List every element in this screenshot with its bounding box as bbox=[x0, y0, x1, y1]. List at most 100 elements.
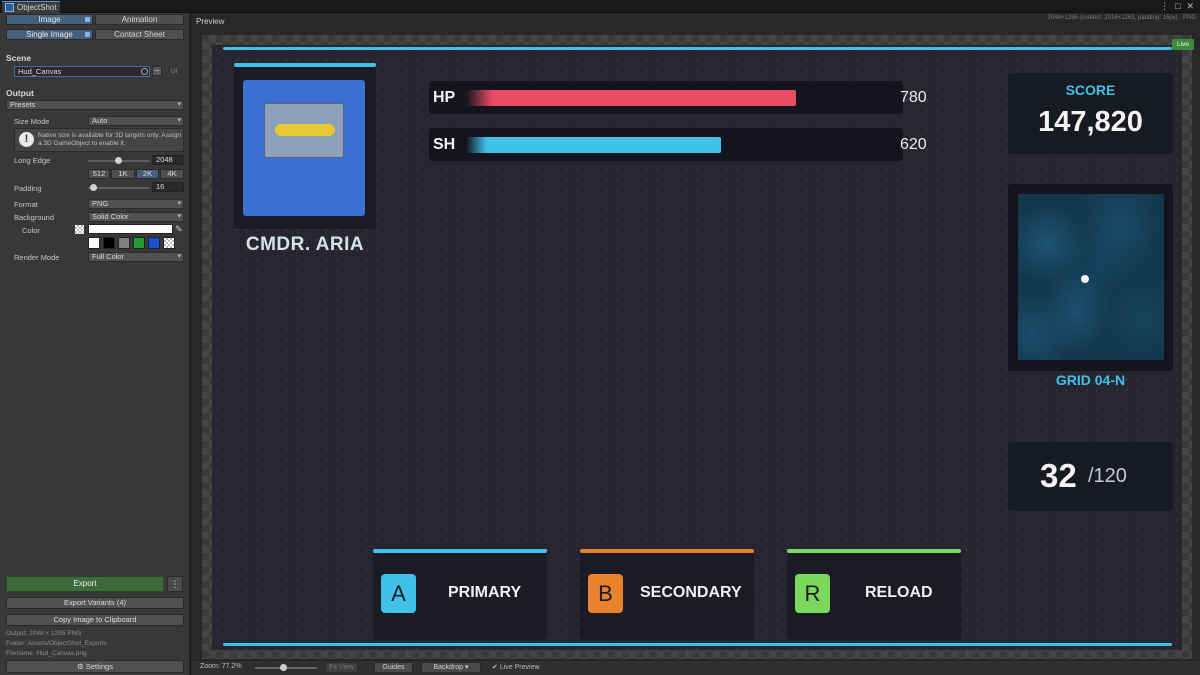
ammo-max: /120 bbox=[1088, 465, 1127, 487]
ability-key-secondary: B bbox=[588, 574, 623, 613]
preset-2k-button[interactable]: 2K bbox=[136, 169, 159, 179]
ability-key-reload: R bbox=[795, 574, 830, 613]
live-preview-label: Live Preview bbox=[499, 664, 540, 671]
help-box: ! Native size is available for 3D target… bbox=[14, 128, 184, 152]
gear-icon: ⚙ bbox=[77, 662, 84, 671]
active-dot-icon bbox=[85, 32, 90, 37]
objectshot-icon bbox=[5, 3, 14, 12]
tab-single-image-label: Single Image bbox=[26, 30, 73, 39]
info-output: Output: 2048 × 1295 PNG bbox=[6, 630, 82, 637]
ability-key-primary: A bbox=[381, 574, 416, 613]
color-field[interactable] bbox=[88, 224, 173, 234]
title-bar: ObjectShot ⋮ □ ✕ bbox=[0, 0, 1200, 13]
eyedropper-icon[interactable]: ✎ bbox=[175, 224, 183, 235]
transparency-icon[interactable] bbox=[75, 225, 84, 234]
swatch-white[interactable] bbox=[88, 237, 100, 249]
portrait-accent bbox=[234, 63, 376, 67]
output-header: Output bbox=[6, 88, 34, 98]
ability-label-primary: PRIMARY bbox=[448, 584, 522, 601]
info-folder: Folder: Assets/ObjectShot_Exports bbox=[6, 640, 107, 647]
format-dropdown[interactable]: PNG bbox=[88, 199, 184, 209]
swatch-blue[interactable] bbox=[148, 237, 160, 249]
zoom-slider-knob[interactable] bbox=[280, 664, 287, 671]
swatch-transparent[interactable] bbox=[163, 237, 175, 249]
preset-1k-button[interactable]: 1K bbox=[111, 169, 135, 179]
padding-field[interactable]: 16 bbox=[152, 182, 184, 192]
character-name: CMDR. ARIA bbox=[245, 234, 365, 255]
live-preview-toggle[interactable]: ✔ Live Preview bbox=[492, 663, 540, 671]
settings-button[interactable]: ⚙ Settings bbox=[6, 660, 184, 673]
scene-header: Scene bbox=[6, 53, 32, 63]
color-label: Color bbox=[22, 226, 40, 235]
checkmark-icon: ✔ bbox=[492, 664, 498, 671]
player-marker-icon bbox=[1081, 275, 1089, 283]
ability-accent-reload bbox=[787, 549, 961, 553]
padding-slider-knob[interactable] bbox=[90, 184, 97, 191]
sh-label: SH bbox=[433, 136, 456, 153]
portrait-visor bbox=[275, 124, 335, 136]
clear-object-button[interactable]: – bbox=[152, 66, 162, 76]
window-tab[interactable]: ObjectShot bbox=[2, 1, 60, 13]
warning-icon: ! bbox=[19, 132, 34, 147]
tab-image[interactable]: Image bbox=[6, 14, 93, 25]
format-label: Format bbox=[14, 200, 38, 209]
minimap-label: GRID 04-N bbox=[1055, 372, 1126, 388]
minimap bbox=[1018, 194, 1164, 360]
bottom-accent-line bbox=[223, 643, 1172, 646]
copy-clipboard-button[interactable]: Copy Image to Clipboard bbox=[6, 614, 184, 626]
export-variants-button[interactable]: Export Variants (4) bbox=[6, 597, 184, 609]
export-button[interactable]: Export bbox=[6, 576, 164, 592]
hp-label: HP bbox=[433, 89, 456, 106]
long-edge-field[interactable]: 2048 bbox=[152, 155, 184, 165]
guides-button[interactable]: Guides bbox=[374, 662, 413, 673]
render-mode-dropdown[interactable]: Full Color bbox=[88, 252, 184, 262]
render-mode-label: Render Mode bbox=[14, 253, 60, 262]
ability-accent-secondary bbox=[580, 549, 754, 553]
preset-512-button[interactable]: 512 bbox=[88, 169, 110, 179]
score-value: 147,820 bbox=[1038, 106, 1143, 138]
hp-bar-fill bbox=[466, 90, 796, 106]
active-dot-icon bbox=[85, 17, 90, 22]
help-text: Native size is available for 3D targets … bbox=[38, 132, 181, 147]
swatch-gray[interactable] bbox=[118, 237, 130, 249]
preview-meta: 2048×1295 (content: 2016×1263, padding: … bbox=[1047, 15, 1196, 21]
padding-label: Padding bbox=[14, 184, 42, 193]
sh-value: 620 bbox=[900, 136, 927, 153]
tab-animation[interactable]: Animation bbox=[95, 14, 184, 25]
info-filename: Filename: Hud_Canvas.png bbox=[6, 650, 87, 657]
maximize-icon[interactable]: □ bbox=[1175, 1, 1180, 12]
ability-label-secondary: SECONDARY bbox=[640, 584, 742, 601]
swatch-black[interactable] bbox=[103, 237, 115, 249]
preset-4k-button[interactable]: 4K bbox=[160, 169, 184, 179]
window-controls: ⋮ □ ✕ bbox=[1160, 1, 1194, 12]
background-dropdown[interactable]: Solid Color bbox=[88, 212, 184, 222]
size-mode-dropdown[interactable]: Auto bbox=[88, 116, 184, 126]
ui-tag: UI bbox=[171, 68, 178, 75]
swatch-green[interactable] bbox=[133, 237, 145, 249]
hp-value: 780 bbox=[900, 89, 927, 106]
top-accent-line bbox=[223, 47, 1172, 50]
export-options-button[interactable]: ⋮ bbox=[167, 576, 183, 592]
menu-icon[interactable]: ⋮ bbox=[1160, 1, 1169, 12]
padding-slider[interactable] bbox=[88, 187, 150, 189]
presets-dropdown[interactable]: Presets bbox=[6, 100, 184, 110]
preview-title: Preview bbox=[196, 17, 225, 26]
long-edge-label: Long Edge bbox=[14, 156, 51, 165]
settings-label: Settings bbox=[85, 662, 113, 671]
tab-single-image[interactable]: Single Image bbox=[6, 29, 93, 40]
scene-object-field[interactable]: Hud_Canvas bbox=[14, 66, 150, 77]
close-icon[interactable]: ✕ bbox=[1186, 1, 1194, 12]
ability-label-reload: RELOAD bbox=[865, 584, 933, 601]
live-badge: Live bbox=[1172, 39, 1194, 50]
size-mode-label: Size Mode bbox=[14, 117, 50, 126]
fit-view-button[interactable]: Fit View bbox=[325, 662, 358, 673]
backdrop-dropdown[interactable]: Backdrop ▾ bbox=[421, 662, 481, 673]
score-label: SCORE bbox=[1065, 82, 1116, 98]
settings-panel: Image Animation Single Image Contact She… bbox=[0, 13, 190, 675]
scene-object-value: Hud_Canvas bbox=[18, 67, 62, 76]
tab-contact-sheet[interactable]: Contact Sheet bbox=[95, 29, 184, 40]
object-picker-icon[interactable] bbox=[141, 68, 148, 75]
ammo-current: 32 bbox=[1040, 457, 1077, 494]
long-edge-slider-knob[interactable] bbox=[115, 157, 122, 164]
window-tab-label: ObjectShot bbox=[17, 3, 57, 12]
